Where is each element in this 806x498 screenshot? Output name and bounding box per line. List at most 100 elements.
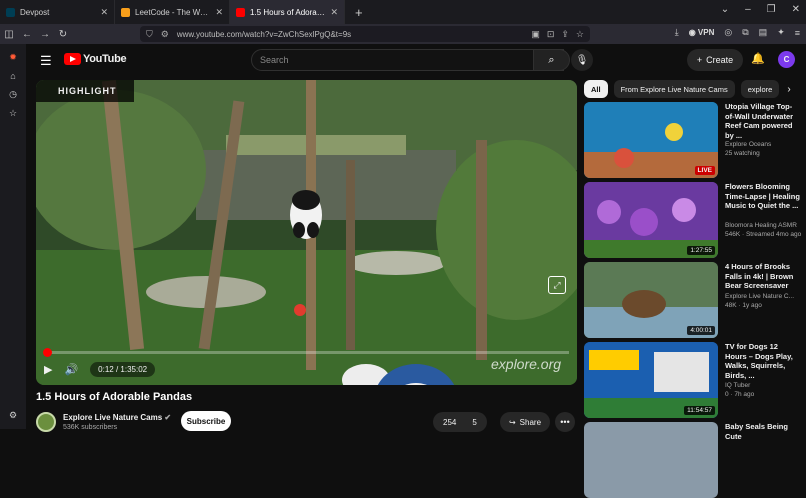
recommendation-item[interactable]: Baby Seals Being Cute (584, 422, 806, 498)
tab-leetcode[interactable]: LeetCode - The World's Leading ✕ (115, 0, 230, 24)
url-bar[interactable]: ⛉ ⚙ www.youtube.com/watch?v=ZwChSexlPgQ&… (140, 26, 590, 42)
rec-title[interactable]: 4 Hours of Brooks Falls in 4k! | Brown B… (725, 262, 801, 291)
subscriber-count: 536K subscribers (63, 424, 118, 431)
ai-icon[interactable]: ✦ (777, 27, 785, 38)
more-actions-icon[interactable]: ••• (555, 412, 575, 432)
progress-scrubber[interactable] (43, 348, 52, 357)
chevron-right-icon[interactable]: › (787, 84, 790, 95)
time-display: 0:12 / 1:35:02 (90, 361, 156, 377)
share-page-icon[interactable]: ⇪ (561, 29, 569, 40)
notifications-bell-icon[interactable]: 🔔 (751, 52, 765, 65)
create-button[interactable]: + Create (687, 49, 743, 71)
chevron-down-icon[interactable]: ⌄ (721, 4, 729, 15)
comment-count[interactable]: 5 (472, 418, 476, 427)
vpn-button[interactable]: ◉ VPN (689, 28, 715, 37)
gift-icon[interactable]: ▤ (759, 27, 768, 38)
maximize-icon[interactable]: ❐ (767, 4, 776, 15)
channel-name-text: Explore Live Nature Cams (63, 413, 163, 422)
rec-channel[interactable]: Bloomora Healing ASMR (725, 222, 805, 229)
screenshot-icon[interactable]: ⊡ (547, 29, 555, 40)
share-button[interactable]: ↪ Share (500, 412, 550, 432)
bookmarks-icon[interactable]: ☆ (0, 108, 26, 119)
video-thumbnail[interactable]: 11:54:57 (584, 342, 718, 418)
search-box (251, 49, 564, 71)
subscribe-button[interactable]: Subscribe (181, 411, 231, 431)
rec-meta: 25 watching (725, 150, 760, 157)
rec-channel[interactable]: IQ Tuber (725, 382, 805, 389)
progress-bar[interactable] (43, 348, 569, 357)
recommendation-item[interactable]: 11:54:57 TV for Dogs 12 Hours – Dogs Pla… (584, 342, 806, 418)
video-thumbnail[interactable]: 1:27:55 (584, 182, 718, 258)
menu-icon[interactable]: ≡ (795, 28, 800, 38)
highlight-label: HIGHLIGHT (36, 80, 134, 102)
download-icon[interactable]: ⤓ (675, 27, 679, 38)
chip-explore[interactable]: explore (740, 80, 780, 98)
chip-from-channel[interactable]: From Explore Live Nature Cams (613, 80, 735, 98)
share-label: Share (519, 417, 542, 427)
rec-channel[interactable]: Explore Oceans (725, 141, 805, 148)
reload-icon[interactable]: ↻ (54, 29, 72, 40)
tab-devpost[interactable]: Devpost ✕ (0, 0, 115, 24)
history-icon[interactable]: ◷ (0, 89, 26, 100)
avatar-letter: C (783, 55, 790, 64)
close-icon[interactable]: ✕ (100, 7, 108, 18)
chip-all[interactable]: All (584, 80, 608, 98)
share-arrow-icon: ↪ (508, 417, 516, 427)
rec-title[interactable]: Utopia Village Top-of-Wall Underwater Re… (725, 102, 801, 140)
like-count[interactable]: 254 (443, 418, 456, 427)
back-icon[interactable]: ← (18, 29, 36, 40)
video-player[interactable]: HIGHLIGHT ⤢ ▶ 🔊 0:12 / 1:35:02 explore.o… (36, 80, 577, 385)
rec-meta: 0 · 7h ago (725, 391, 755, 398)
close-window-icon[interactable]: ✕ (792, 4, 800, 15)
recommendation-item[interactable]: 4:00:01 4 Hours of Brooks Falls in 4k! |… (584, 262, 806, 338)
close-icon[interactable]: ✕ (330, 7, 338, 18)
brand-icon[interactable]: ✹ (0, 52, 26, 63)
minimize-icon[interactable]: – (745, 4, 751, 15)
tab-youtube[interactable]: 1.5 Hours of Adorable Pandas ✕ (230, 0, 345, 24)
search-button[interactable]: ⌕ (533, 49, 570, 71)
close-icon[interactable]: ✕ (215, 7, 223, 18)
cast-icon[interactable]: ▣ (531, 29, 540, 40)
avatar[interactable]: C (778, 51, 795, 68)
shield-icon[interactable]: ⛉ (146, 29, 153, 40)
vpn-label: VPN (697, 28, 715, 37)
rec-meta: 546K · Streamed 4mo ago (725, 231, 802, 238)
rec-title[interactable]: Baby Seals Being Cute (725, 422, 801, 441)
rec-meta: 48K · 1y ago (725, 302, 762, 309)
leetcode-favicon-icon (121, 7, 130, 17)
address-toolbar: ◫ ← → ↻ ⛉ ⚙ www.youtube.com/watch?v=ZwCh… (0, 24, 806, 44)
sidebar-toggle-icon[interactable]: ◫ (0, 29, 18, 40)
create-label: Create (706, 55, 734, 65)
extensions-icon[interactable]: ⧉ (742, 27, 748, 38)
recommendation-item[interactable]: LIVE Utopia Village Top-of-Wall Underwat… (584, 102, 806, 178)
logo-text: YouTube (83, 53, 127, 65)
account-icon[interactable]: ◎ (724, 27, 732, 38)
rec-title[interactable]: Flowers Blooming Time-Lapse | Healing Mu… (725, 182, 801, 211)
channel-avatar[interactable] (36, 412, 56, 432)
hamburger-menu-icon[interactable]: ☰ (40, 53, 52, 69)
youtube-logo[interactable]: YouTube (64, 53, 127, 65)
recommendation-item[interactable]: 1:27:55 Flowers Blooming Time-Lapse | He… (584, 182, 806, 258)
saved-pages-icon[interactable]: ⌂ (0, 71, 26, 81)
channel-name[interactable]: Explore Live Nature Cams ✔ (63, 413, 171, 422)
video-thumbnail[interactable] (584, 422, 718, 498)
video-thumbnail[interactable]: 4:00:01 (584, 262, 718, 338)
rec-title[interactable]: TV for Dogs 12 Hours – Dogs Play, Walks,… (725, 342, 801, 380)
channel-info[interactable]: Explore Live Nature Cams ✔ 536K subscrib… (36, 412, 171, 432)
voice-search-button[interactable]: 🎙 (571, 49, 593, 71)
new-tab-icon[interactable]: + (355, 5, 363, 20)
expand-icon[interactable]: ⤢ (548, 276, 566, 294)
youtube-page: ☰ YouTube ⌕ 🎙 + Create 🔔 C (26, 44, 806, 498)
volume-icon[interactable]: 🔊 (64, 363, 78, 376)
video-thumbnail[interactable]: LIVE (584, 102, 718, 178)
forward-icon[interactable]: → (36, 29, 54, 40)
rec-channel[interactable]: Explore Live Nature C... (725, 293, 805, 300)
site-settings-icon[interactable]: ⚙ (161, 29, 169, 40)
search-input[interactable] (260, 55, 520, 65)
settings-gear-icon[interactable]: ⚙ (0, 410, 26, 421)
bookmark-star-icon[interactable]: ☆ (576, 29, 584, 40)
url-text[interactable]: www.youtube.com/watch?v=ZwChSexlPgQ&t=9s (177, 30, 351, 39)
plus-icon: + (696, 55, 703, 65)
play-icon[interactable]: ▶ (44, 363, 52, 376)
verified-check-icon: ✔ (164, 413, 172, 422)
